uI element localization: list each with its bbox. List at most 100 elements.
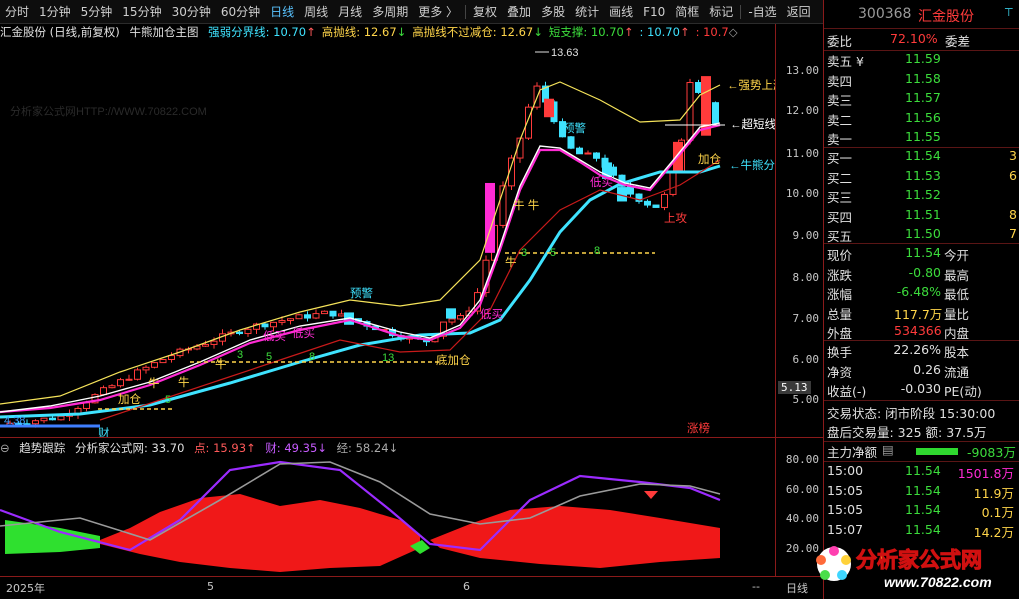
candle[interactable] [644, 199, 651, 208]
annotation-label[interactable]: 预警 [563, 121, 586, 135]
annotation-label[interactable]: 低买 [590, 176, 613, 189]
candle[interactable] [134, 367, 141, 381]
candle[interactable] [329, 310, 337, 319]
tick-row[interactable]: 15:05 11.54 0.1万 [824, 502, 1019, 521]
bid-row[interactable]: 买三 11.52 [824, 187, 1019, 206]
toolbar-item-13[interactable]: 多股 [536, 0, 570, 24]
annotation-label[interactable]: 牛 [148, 376, 160, 390]
bid-row[interactable]: 买一 11.54 3 [824, 148, 1019, 167]
candle[interactable] [635, 193, 643, 204]
annotation-label[interactable]: 加仓 [698, 152, 721, 166]
stat2-row[interactable]: 收益(-) -0.030 PE(动) [824, 381, 1019, 400]
toolbar-item-17[interactable]: 简框 [670, 0, 704, 24]
annotation-label[interactable]: 牛 牛 [513, 198, 539, 212]
annotation-label[interactable]: 底加仓 [436, 353, 471, 367]
annotation-label[interactable]: 牛 [505, 255, 517, 269]
toolbar-item-12[interactable]: 叠加 [502, 0, 536, 24]
annotation-label[interactable]: 低买 [292, 327, 315, 340]
main-flow-row[interactable]: 主力净额 ▤ -9083万 [824, 442, 1019, 461]
toolbar-item-16[interactable]: F10 [638, 0, 670, 24]
time-axis[interactable]: 2025年 5 6 -- 日线 [0, 576, 823, 599]
stock-code-title[interactable]: 300368 汇金股份 ⊤ [824, 6, 1019, 25]
candle[interactable] [295, 313, 303, 320]
candle[interactable] [499, 181, 507, 229]
ask-row[interactable]: 卖四 11.58 [824, 71, 1019, 90]
candle[interactable] [321, 310, 328, 315]
annotation-label[interactable]: ←强势上涨 [727, 79, 775, 92]
pane-divider[interactable] [0, 437, 823, 438]
ask-row[interactable]: 卖二 11.56 [824, 110, 1019, 129]
candle[interactable] [576, 146, 583, 155]
toolbar-item-14[interactable]: 统计 [570, 0, 604, 24]
stock-title[interactable]: 汇金股份 (日线,前复权) [0, 25, 120, 39]
annotation-label[interactable]: 预警 [350, 286, 373, 300]
annotation-label[interactable]: 低买 [263, 330, 286, 343]
candle[interactable] [338, 309, 345, 317]
candle[interactable] [287, 318, 294, 325]
annotation-label[interactable]: 涨榜 [687, 421, 710, 435]
annotation-label[interactable]: 财 [98, 426, 110, 437]
annotation-label[interactable]: 加仓 [118, 392, 141, 406]
bid-row[interactable]: 买二 11.53 6 [824, 168, 1019, 187]
toolbar-item-10[interactable]: 更多 〉 [413, 0, 463, 24]
toolbar-item-18[interactable]: 标记 [704, 0, 738, 24]
candle[interactable] [661, 192, 668, 211]
trade-status-row[interactable]: 交易状态: 闭市阶段 15:30:00 [824, 403, 1019, 422]
candle[interactable] [525, 103, 532, 141]
ask-row[interactable]: 卖一 11.55 [824, 129, 1019, 148]
stat-row[interactable]: 涨幅 -6.48% 最低 [824, 284, 1019, 303]
toolbar-item-7[interactable]: 周线 [299, 0, 333, 24]
period-corner-label[interactable]: 日线 [786, 580, 808, 596]
annotation-label[interactable]: ←牛熊分界 [729, 158, 775, 172]
after-hours-row[interactable]: 盘后交易量: 325 额: 37.5万 [824, 422, 1019, 441]
candle[interactable] [686, 78, 694, 145]
candle[interactable] [669, 172, 677, 197]
annotation-label[interactable]: 上攻 [664, 211, 687, 225]
stat2-row[interactable]: 净资 0.26 流通 [824, 362, 1019, 381]
toolbar-item-0[interactable]: 分时 [0, 0, 34, 24]
candle[interactable] [312, 309, 320, 320]
trend-tracking-chart[interactable] [0, 456, 775, 576]
stat-row[interactable]: 总量 117.7万 量比 [824, 304, 1019, 323]
toolbar-item-11[interactable]: 复权 [468, 0, 502, 24]
candle[interactable] [593, 152, 600, 162]
toolbar-item-3[interactable]: 15分钟 [117, 0, 166, 24]
ask-row[interactable]: 卖三 11.57 [824, 90, 1019, 109]
toolbar-item-5[interactable]: 60分钟 [216, 0, 265, 24]
candle[interactable] [40, 417, 48, 424]
toolbar-item-19[interactable]: -自选 [743, 0, 781, 24]
candle[interactable] [304, 311, 311, 322]
annotation-label[interactable]: 牛 [215, 357, 227, 371]
ask-row[interactable]: 卖五 ¥ 11.59 [824, 51, 1019, 70]
candle[interactable] [567, 135, 575, 150]
candle[interactable] [117, 377, 124, 388]
toolbar-item-6[interactable]: 日线 [265, 0, 299, 24]
tick-row[interactable]: 15:07 11.54 14.2万 [824, 522, 1019, 541]
toolbar-item-9[interactable]: 多周期 [367, 0, 413, 24]
toolbar-item-1[interactable]: 1分钟 [34, 0, 76, 24]
tick-row[interactable]: 15:05 11.54 11.9万 [824, 483, 1019, 502]
toolbar-item-20[interactable]: 返回 [782, 0, 816, 24]
candle[interactable] [695, 79, 702, 94]
stat2-row[interactable]: 换手 22.26% 股本 [824, 342, 1019, 361]
annotation-label[interactable]: 牛 [178, 375, 190, 389]
annotation-label[interactable]: ←超短线 [730, 117, 775, 131]
close-small-icon[interactable]: ⊖ [0, 441, 10, 455]
toolbar-item-8[interactable]: 月线 [333, 0, 367, 24]
candle[interactable] [125, 374, 133, 381]
candle[interactable] [108, 384, 116, 389]
pin-icon[interactable]: ⊤ [1004, 6, 1014, 19]
scroll-left-icon[interactable]: -- [752, 580, 760, 593]
candle[interactable] [712, 101, 719, 127]
candle[interactable] [584, 150, 592, 155]
signal-candle[interactable] [446, 308, 456, 319]
stat-row[interactable]: 现价 11.54 今开 [824, 245, 1019, 264]
candle[interactable] [142, 365, 150, 374]
toolbar-item-2[interactable]: 5分钟 [76, 0, 118, 24]
candle[interactable] [652, 204, 660, 208]
annotation-label[interactable]: 低买 [480, 308, 503, 321]
signal-candle[interactable] [544, 98, 554, 118]
bid-row[interactable]: 买四 11.51 8 [824, 207, 1019, 226]
tick-row[interactable]: 15:00 11.54 1501.8万 [824, 463, 1019, 482]
sub-indicator-name[interactable]: 趋势跟踪 [19, 441, 65, 455]
